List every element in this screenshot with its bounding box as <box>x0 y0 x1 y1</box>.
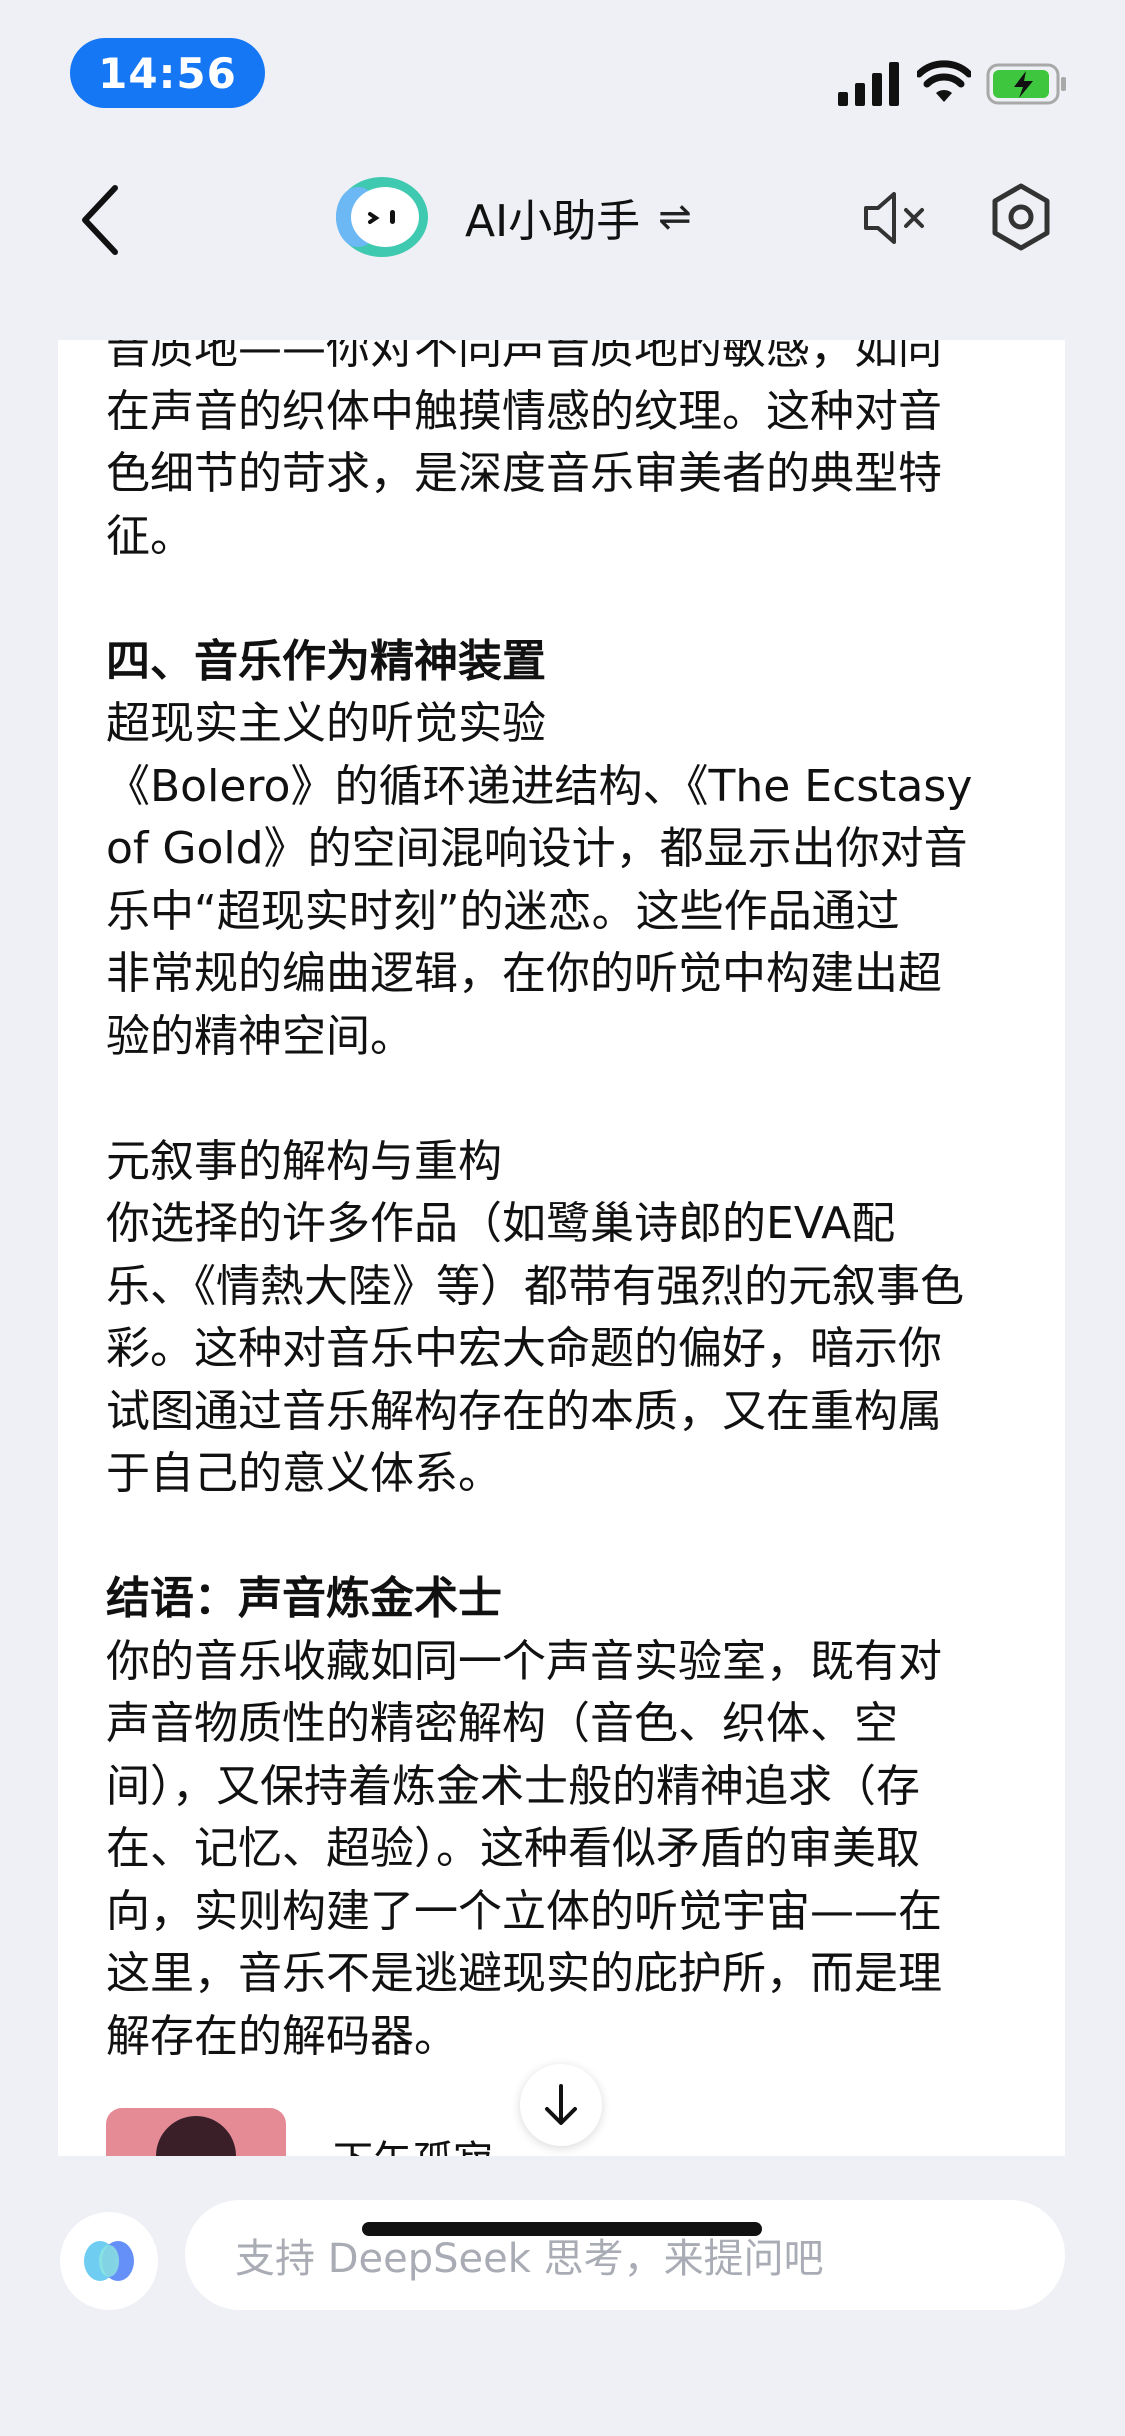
status-bar: 14:56 <box>0 0 1125 150</box>
input-bar: 支持 DeepSeek 思考，来提问吧 <box>0 2170 1125 2436</box>
text-line: 非常规的编曲逻辑，在你的听觉中构建出超 <box>106 948 942 999</box>
section-heading: 结语：声音炼金术士 <box>106 1573 502 1624</box>
text-line: 元叙事的解构与重构 <box>106 1135 502 1187</box>
text-line: 乐中“超现实时刻”的迷恋。这些作品通过 <box>106 885 900 937</box>
wifi-icon <box>917 60 971 102</box>
title-switcher[interactable]: AI小助手 ⇌ <box>465 182 692 252</box>
text-line <box>106 1506 972 1569</box>
assistant-logo-icon <box>336 177 428 257</box>
text-line: 音质地——你对不同声音质地的敏感，如同 <box>106 340 942 374</box>
text-line <box>106 1068 972 1131</box>
text-line: 《Bolero》的循环递进结构、《The Ecstasy <box>106 760 973 812</box>
settings-hexagon-icon[interactable] <box>990 182 1052 252</box>
text-line: 你选择的许多作品（如鹭巢诗郎的EVA配 <box>106 1198 896 1249</box>
battery-icon <box>986 63 1066 105</box>
mute-speaker-icon[interactable] <box>860 188 930 248</box>
text-line: 这里，音乐不是逃避现实的庇护所，而是理 <box>106 1948 942 1999</box>
text-line: 试图通过音乐解构存在的本质，又在重构属 <box>106 1385 942 1437</box>
album-title[interactable]: 下午孤寂 <box>333 2128 493 2156</box>
text-line: 你的音乐收藏如同一个声音实验室，既有对 <box>106 1635 942 1687</box>
text-line: 色细节的苛求，是深度音乐审美者的典型特 <box>106 448 942 499</box>
text-line: 征。 <box>106 510 194 562</box>
app-header: AI小助手 ⇌ <box>0 150 1125 330</box>
text-line: 声音物质性的精密解构（音色、织体、空 <box>106 1698 898 1749</box>
text-line: 在、记忆、超验）。这种看似矛盾的审美取 <box>106 1823 920 1874</box>
album-cover-figure <box>156 2116 236 2156</box>
album-cover[interactable] <box>106 2108 286 2156</box>
chat-message-card: 音质地——你对不同声音质地的敏感，如同 在声音的织体中触摸情感的纹理。这种对音 … <box>58 340 1065 2156</box>
section-heading: 四、音乐作为精神装置 <box>106 635 546 687</box>
message-text: 音质地——你对不同声音质地的敏感，如同 在声音的织体中触摸情感的纹理。这种对音 … <box>106 340 972 2068</box>
home-indicator <box>362 2222 762 2236</box>
text-line: 间），又保持着炼金术士般的精神追求（存 <box>106 1760 920 1812</box>
page-title: AI小助手 <box>465 196 641 247</box>
text-line: 验的精神空间。 <box>106 1010 414 1062</box>
text-line <box>106 568 972 631</box>
text-line: 超现实主义的听觉实验 <box>106 698 546 749</box>
text-line: 于自己的意义体系。 <box>106 1448 502 1499</box>
text-line: 在声音的织体中触摸情感的纹理。这种对音 <box>106 385 942 437</box>
swap-icon: ⇌ <box>658 194 692 240</box>
back-arrow-icon[interactable] <box>70 180 130 260</box>
ai-orb-button[interactable] <box>60 2212 158 2310</box>
text-line: 向，实则构建了一个立体的听觉宇宙——在 <box>106 1885 942 1937</box>
message-input[interactable]: 支持 DeepSeek 思考，来提问吧 <box>185 2200 1065 2310</box>
text-line: 彩。这种对音乐中宏大命题的偏好，暗示你 <box>106 1323 942 1374</box>
text-line: 乐、《情熱大陸》等）都带有强烈的元叙事色 <box>106 1260 964 1312</box>
scroll-to-bottom-button[interactable] <box>520 2064 602 2146</box>
text-line: 解存在的解码器。 <box>106 2010 458 2062</box>
status-time: 14:56 <box>70 38 265 108</box>
text-line: of Gold》的空间混响设计，都显示出你对音 <box>106 823 968 874</box>
signal-icon <box>838 62 899 106</box>
ai-orb-icon <box>84 2241 134 2281</box>
arrow-down-icon <box>545 2084 577 2125</box>
